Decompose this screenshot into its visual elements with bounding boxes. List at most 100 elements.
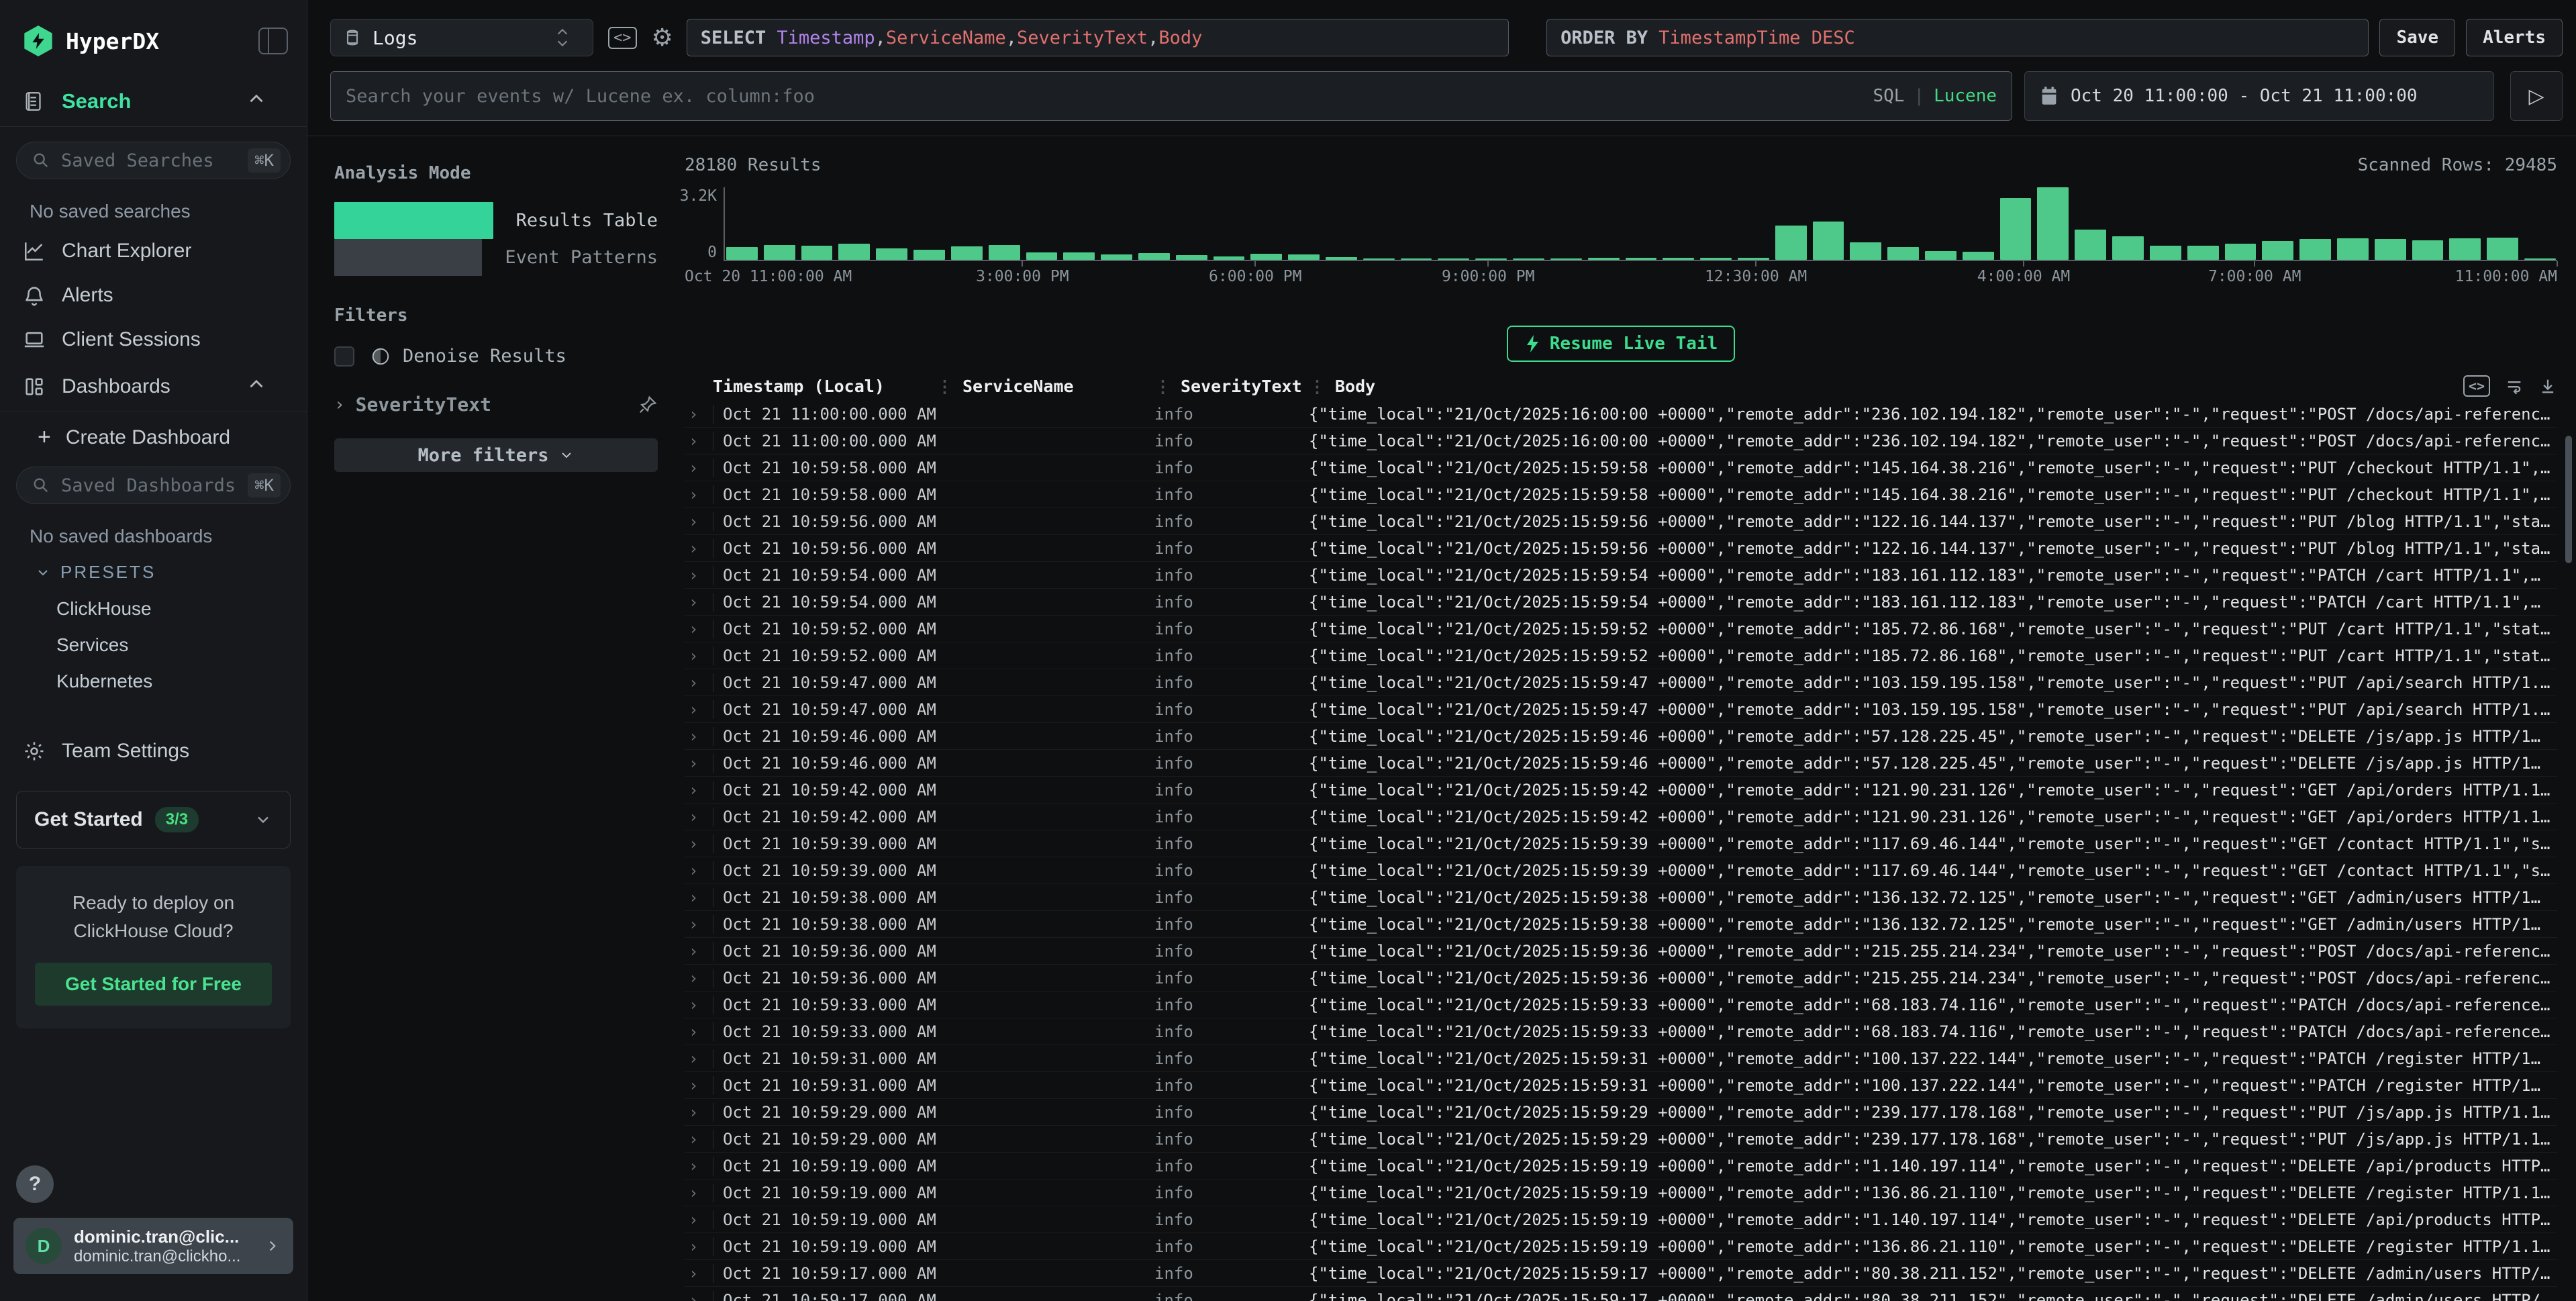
date-range-picker[interactable]: Oct 20 11:00:00 - Oct 21 11:00:00 (2024, 71, 2494, 121)
order-by-input[interactable]: ORDER BY TimestampTime DESC (1546, 19, 2369, 56)
row-expand-chevron-icon[interactable]: › (685, 1022, 713, 1041)
table-row[interactable]: ›Oct 21 10:59:36.000 AMinfo{"time_local"… (685, 938, 2557, 965)
column-resize-handle[interactable]: ⋮ (1309, 377, 1326, 396)
row-expand-chevron-icon[interactable]: › (685, 727, 713, 746)
histogram-bar[interactable] (876, 248, 907, 260)
event-search-input[interactable]: Search your events w/ Lucene ex. column:… (330, 71, 2012, 121)
row-expand-chevron-icon[interactable]: › (685, 566, 713, 585)
create-dashboard-button[interactable]: + Create Dashboard (0, 412, 307, 463)
table-row[interactable]: ›Oct 21 10:59:54.000 AMinfo{"time_local"… (685, 562, 2557, 589)
row-expand-chevron-icon[interactable]: › (685, 620, 713, 638)
table-scrollbar[interactable] (2565, 436, 2572, 563)
histogram-bar[interactable] (951, 246, 983, 260)
table-row[interactable]: ›Oct 21 10:59:36.000 AMinfo{"time_local"… (685, 965, 2557, 992)
sidebar-collapse-icon[interactable] (258, 28, 288, 54)
row-expand-chevron-icon[interactable]: › (685, 969, 713, 987)
histogram-bar[interactable] (1288, 254, 1320, 260)
table-row[interactable]: ›Oct 21 10:59:29.000 AMinfo{"time_local"… (685, 1099, 2557, 1126)
histogram-bar[interactable] (913, 250, 945, 260)
get-started-toggle[interactable]: Get Started 3/3 (16, 791, 291, 849)
histogram-bar[interactable] (1138, 253, 1170, 260)
histogram-bar[interactable] (1401, 258, 1432, 260)
row-expand-chevron-icon[interactable]: › (685, 1049, 713, 1068)
row-expand-chevron-icon[interactable]: › (685, 781, 713, 800)
histogram-bar[interactable] (2187, 246, 2219, 260)
histogram-bar[interactable] (1101, 254, 1132, 260)
histogram-bar[interactable] (2262, 241, 2293, 260)
histogram-bar[interactable] (2225, 244, 2257, 260)
sidebar-item-team-settings[interactable]: Team Settings (0, 729, 307, 773)
histogram-bar[interactable] (2000, 198, 2032, 260)
histogram-bar[interactable] (801, 246, 833, 260)
histogram-bar[interactable] (838, 244, 870, 260)
row-expand-chevron-icon[interactable]: › (685, 888, 713, 907)
histogram-bar[interactable] (1775, 226, 1807, 260)
histogram-bar[interactable] (1513, 258, 1544, 260)
analysis-mode-results-table[interactable]: Results Table (334, 202, 658, 239)
histogram-bar[interactable] (1063, 252, 1095, 260)
table-row[interactable]: ›Oct 21 10:59:52.000 AMinfo{"time_local"… (685, 642, 2557, 669)
row-expand-chevron-icon[interactable]: › (685, 459, 713, 477)
preset-item-kubernetes[interactable]: Kubernetes (0, 663, 307, 700)
row-expand-chevron-icon[interactable]: › (685, 673, 713, 692)
table-row[interactable]: ›Oct 21 10:59:56.000 AMinfo{"time_local"… (685, 535, 2557, 562)
presets-toggle[interactable]: PRESETS (0, 554, 307, 591)
histogram-bar[interactable] (1475, 258, 1507, 260)
histogram-bar[interactable] (1700, 258, 1732, 260)
histogram-bar[interactable] (2375, 239, 2406, 260)
sidebar-item-dashboards[interactable]: Dashboards (0, 362, 307, 412)
histogram-bar[interactable] (2524, 258, 2556, 260)
run-query-button[interactable]: ▷ (2510, 71, 2563, 121)
histogram-bar[interactable] (989, 245, 1020, 260)
row-expand-chevron-icon[interactable]: › (685, 1157, 713, 1175)
table-row[interactable]: ›Oct 21 10:59:38.000 AMinfo{"time_local"… (685, 911, 2557, 938)
table-row[interactable]: ›Oct 21 10:59:31.000 AMinfo{"time_local"… (685, 1045, 2557, 1072)
table-row[interactable]: ›Oct 21 10:59:39.000 AMinfo{"time_local"… (685, 830, 2557, 857)
table-row[interactable]: ›Oct 21 10:59:58.000 AMinfo{"time_local"… (685, 454, 2557, 481)
row-expand-chevron-icon[interactable]: › (685, 512, 713, 531)
alerts-button[interactable]: Alerts (2466, 19, 2563, 56)
col-severitytext[interactable]: ⋮SeverityText (1154, 377, 1309, 396)
row-expand-chevron-icon[interactable]: › (685, 1130, 713, 1149)
row-expand-chevron-icon[interactable]: › (685, 1076, 713, 1095)
table-row[interactable]: ›Oct 21 10:59:52.000 AMinfo{"time_local"… (685, 616, 2557, 642)
row-expand-chevron-icon[interactable]: › (685, 1291, 713, 1301)
row-expand-chevron-icon[interactable]: › (685, 942, 713, 961)
preset-item-services[interactable]: Services (0, 627, 307, 663)
table-row[interactable]: ›Oct 21 10:59:47.000 AMinfo{"time_local"… (685, 669, 2557, 696)
table-row[interactable]: ›Oct 21 10:59:47.000 AMinfo{"time_local"… (685, 696, 2557, 723)
histogram-bars[interactable] (724, 187, 2557, 261)
table-row[interactable]: ›Oct 21 10:59:56.000 AMinfo{"time_local"… (685, 508, 2557, 535)
table-row[interactable]: ›Oct 21 10:59:33.000 AMinfo{"time_local"… (685, 992, 2557, 1018)
table-row[interactable]: ›Oct 21 10:59:54.000 AMinfo{"time_local"… (685, 589, 2557, 616)
row-expand-chevron-icon[interactable]: › (685, 700, 713, 719)
source-settings-gear-icon[interactable]: ⚙ (652, 26, 673, 50)
histogram-bar[interactable] (1213, 256, 1245, 260)
histogram-bar[interactable] (1738, 258, 1769, 260)
histogram-bar[interactable] (726, 247, 758, 260)
sidebar-item-chart-explorer[interactable]: Chart Explorer (0, 229, 307, 273)
table-row[interactable]: ›Oct 21 10:59:58.000 AMinfo{"time_local"… (685, 481, 2557, 508)
row-expand-chevron-icon[interactable]: › (685, 754, 713, 773)
lucene-toggle[interactable]: Lucene (1934, 86, 1997, 106)
save-button[interactable]: Save (2379, 19, 2455, 56)
sidebar-item-search[interactable]: Search (0, 77, 307, 126)
histogram-bar[interactable] (1588, 258, 1620, 260)
source-select[interactable]: Logs (330, 19, 593, 56)
table-row[interactable]: ›Oct 21 10:59:17.000 AMinfo{"time_local"… (685, 1260, 2557, 1287)
row-expand-chevron-icon[interactable]: › (685, 915, 713, 934)
get-started-free-button[interactable]: Get Started for Free (35, 963, 272, 1006)
row-expand-chevron-icon[interactable]: › (685, 432, 713, 450)
row-expand-chevron-icon[interactable]: › (685, 593, 713, 612)
histogram-bar[interactable] (2075, 230, 2106, 260)
histogram-bar[interactable] (1550, 258, 1582, 260)
column-resize-handle[interactable]: ⋮ (936, 377, 953, 396)
table-row[interactable]: ›Oct 21 11:00:00.000 AMinfo{"time_local"… (685, 428, 2557, 454)
more-filters-button[interactable]: More filters (334, 438, 658, 472)
histogram-bar[interactable] (1626, 258, 1657, 260)
resume-live-tail-button[interactable]: Resume Live Tail (1507, 326, 1735, 362)
denoise-results-option[interactable]: Denoise Results (334, 346, 658, 367)
row-expand-chevron-icon[interactable]: › (685, 1210, 713, 1229)
help-button[interactable]: ? (16, 1165, 54, 1203)
table-row[interactable]: ›Oct 21 10:59:42.000 AMinfo{"time_local"… (685, 804, 2557, 830)
